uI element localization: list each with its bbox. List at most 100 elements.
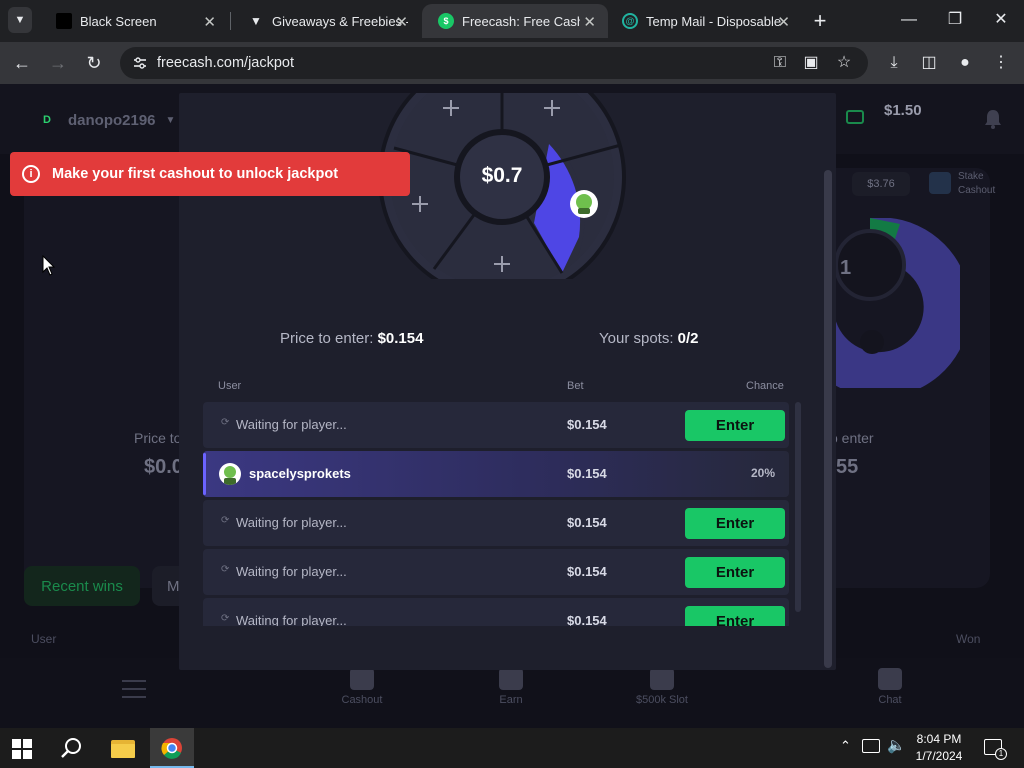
- bg-price-value: $0.0: [144, 456, 183, 478]
- nav-slot[interactable]: $500k Slot: [622, 668, 702, 706]
- menu-icon[interactable]: ⋮: [990, 52, 1012, 74]
- close-tab-icon[interactable]: ✕: [203, 13, 216, 31]
- volume-muted-icon[interactable]: 🔈: [887, 736, 906, 754]
- download-icon[interactable]: ⤓: [883, 52, 905, 74]
- user-menu[interactable]: D danopo2196 ▼: [24, 102, 192, 138]
- mouse-cursor-icon: [42, 255, 56, 276]
- file-explorer-icon[interactable]: [111, 738, 135, 758]
- search-icon[interactable]: [61, 737, 83, 759]
- tab-title: Temp Mail - Disposable: [646, 13, 782, 29]
- table-scrollbar[interactable]: [795, 402, 801, 612]
- taskbar-clock[interactable]: 8:04 PM 1/7/2024: [912, 731, 966, 765]
- tab-separator: [230, 12, 231, 30]
- tab-title: Black Screen: [80, 13, 157, 29]
- tab-title: Giveaways & Freebies -: [272, 13, 408, 29]
- tab-strip: ▼ Black Screen ✕ ▼ Giveaways & Freebies …: [0, 0, 1024, 42]
- minimize-button[interactable]: —: [886, 6, 932, 34]
- reload-button[interactable]: ↻: [81, 50, 107, 76]
- earn-icon: [499, 668, 523, 690]
- loading-spinner-icon: ⟳: [221, 613, 230, 624]
- cashout-icon: [350, 668, 374, 690]
- tab-freecash[interactable]: $ Freecash: Free Cash, Pa ✕: [422, 4, 608, 38]
- pot-value: $0.7: [481, 164, 523, 187]
- chrome-icon: [161, 738, 182, 759]
- info-icon: i: [22, 165, 40, 183]
- enter-button[interactable]: Enter: [685, 410, 785, 441]
- tab-recent-wins[interactable]: Recent wins: [24, 566, 140, 606]
- nav-earn[interactable]: Earn: [471, 668, 551, 706]
- row-user: Waiting for player...: [236, 515, 347, 530]
- stake-subtitle: Cashout: [958, 185, 996, 196]
- enter-button[interactable]: Enter: [685, 557, 785, 588]
- stake-label: Stake Cashout: [958, 170, 995, 198]
- enter-button[interactable]: Enter: [685, 508, 785, 539]
- row-user: spacelysprokets: [249, 466, 351, 481]
- price-label: Price to enter:: [280, 330, 374, 347]
- back-button[interactable]: ←: [9, 50, 35, 76]
- install-app-icon[interactable]: ▣: [800, 52, 822, 74]
- nav-slot-label: $500k Slot: [636, 694, 688, 706]
- bell-icon[interactable]: [982, 108, 1004, 130]
- url-text[interactable]: freecash.com/jackpot: [157, 55, 294, 71]
- loading-spinner-icon: ⟳: [221, 417, 230, 428]
- forward-button[interactable]: →: [45, 50, 71, 76]
- table-row: ⟳ Waiting for player... $0.154 Enter: [203, 598, 789, 626]
- your-spots: Your spots: 0/2: [599, 330, 699, 347]
- nav-cashout[interactable]: Cashout: [322, 668, 402, 706]
- chrome-taskbar-button[interactable]: [150, 728, 194, 768]
- tab-search-button[interactable]: ▼: [8, 7, 32, 33]
- modal-scrollbar[interactable]: [824, 170, 832, 668]
- row-bet: $0.154: [567, 515, 607, 530]
- toast-message: Make your first cashout to unlock jackpo…: [52, 166, 339, 182]
- price-value: $0.154: [377, 330, 424, 347]
- row-highlight-bar: [203, 453, 206, 495]
- tab-black-screen[interactable]: Black Screen ✕: [40, 4, 228, 38]
- balance-value[interactable]: $1.50: [884, 102, 922, 119]
- close-tab-icon[interactable]: ✕: [395, 13, 408, 31]
- avatar: D: [43, 114, 51, 126]
- error-toast[interactable]: i Make your first cashout to unlock jack…: [10, 152, 410, 196]
- table-row: ⟳ Waiting for player... $0.154 Enter: [203, 500, 789, 546]
- black-screen-favicon-icon: [56, 13, 72, 29]
- tray-chevron-up-icon[interactable]: ⌃: [840, 738, 851, 754]
- loading-spinner-icon: ⟳: [221, 515, 230, 526]
- stake-badge[interactable]: $3.76: [852, 172, 910, 196]
- column-header-chance: Chance: [746, 380, 784, 392]
- avatar: [219, 463, 241, 485]
- tab-temp-mail[interactable]: @ Temp Mail - Disposable ✕: [606, 4, 802, 38]
- close-window-button[interactable]: ✕: [978, 6, 1024, 34]
- key-icon[interactable]: ⚿: [769, 52, 791, 74]
- giveaways-favicon-icon: ▼: [250, 14, 262, 28]
- chevron-down-icon: ▼: [14, 14, 26, 26]
- tab-giveaways[interactable]: ▼ Giveaways & Freebies - ✕: [232, 4, 420, 38]
- bookmark-star-icon[interactable]: ☆: [833, 52, 855, 74]
- column-header-user: User: [218, 380, 242, 392]
- side-panel-icon[interactable]: ◫: [918, 52, 940, 74]
- bg-enter-label: o enter: [830, 430, 874, 446]
- close-tab-icon[interactable]: ✕: [777, 13, 790, 31]
- bg-price-label: Price to: [134, 430, 182, 446]
- close-tab-icon[interactable]: ✕: [583, 13, 596, 31]
- enter-button[interactable]: Enter: [685, 606, 785, 626]
- spots-value: 0/2: [677, 330, 699, 347]
- site-info-icon[interactable]: [132, 55, 148, 71]
- bg-enter-value: 55: [836, 456, 859, 478]
- profile-icon[interactable]: ●: [954, 52, 976, 74]
- restore-button[interactable]: ❐: [932, 6, 978, 34]
- nav-earn-label: Earn: [499, 694, 523, 706]
- stake-logo-icon: [929, 172, 951, 194]
- notification-count-badge: 1: [995, 748, 1007, 760]
- gift-icon: [650, 668, 674, 690]
- hamburger-menu-icon[interactable]: [122, 680, 146, 698]
- username: danopo2196: [68, 111, 156, 129]
- temp-mail-favicon-icon: @: [622, 13, 638, 29]
- network-icon[interactable]: [862, 739, 880, 753]
- row-user: Waiting for player...: [236, 564, 347, 579]
- windows-start-icon[interactable]: [12, 739, 32, 759]
- wallet-icon: [846, 110, 864, 124]
- row-user: Waiting for player...: [236, 613, 347, 626]
- new-tab-button[interactable]: +: [808, 8, 832, 34]
- column-header-won: Won: [956, 632, 981, 646]
- nav-chat[interactable]: Chat: [850, 668, 930, 706]
- tab-title: Freecash: Free Cash, Pa: [462, 13, 580, 29]
